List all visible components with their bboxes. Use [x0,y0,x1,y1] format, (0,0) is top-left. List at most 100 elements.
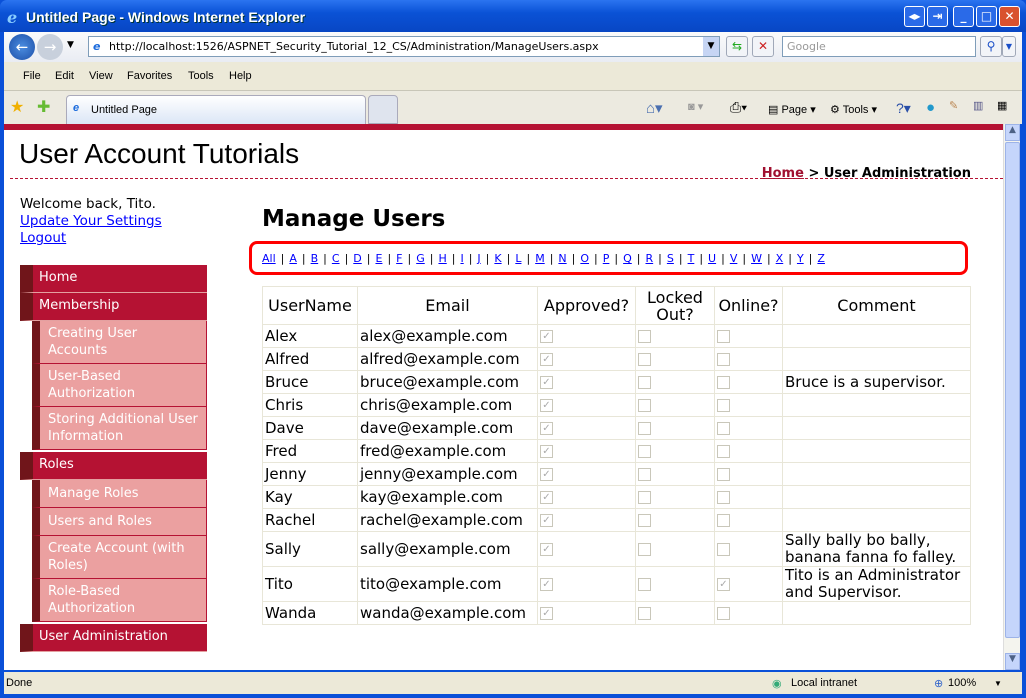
letter-link-w[interactable]: W [751,252,762,265]
locked-checkbox [638,329,651,343]
address-bar[interactable]: e http://localhost:1526/ASPNET_Security_T… [88,36,720,57]
new-tab-button[interactable] [368,95,398,124]
menu-tools[interactable]: Tools [188,70,214,82]
letter-link-e[interactable]: E [375,252,382,265]
search-icon[interactable]: ⚲ [980,36,1002,57]
menu-file[interactable]: File [23,70,41,82]
approved-cell: ✓ [537,531,636,567]
search-input[interactable]: Google [782,36,976,57]
letter-link-m[interactable]: M [535,252,545,265]
favorites-star-icon[interactable]: ★ [10,97,24,116]
zoom-icon[interactable]: ⊕ [934,677,943,690]
feeds-icon[interactable]: ◙ ▾ [688,100,703,113]
letter-link-l[interactable]: L [515,252,521,265]
menu-view[interactable]: View [89,70,113,82]
nav-role-based-authorization[interactable]: Role-Based Authorization [32,579,207,622]
add-favorite-icon[interactable]: ✚ [37,97,50,116]
letter-link-u[interactable]: U [708,252,716,265]
letter-link-v[interactable]: V [730,252,738,265]
maximize-button[interactable]: □ [976,6,997,27]
search-options-icon[interactable]: ▼ [1002,36,1016,57]
letter-separator: | [808,252,813,265]
nav-home[interactable]: Home [20,265,207,293]
stop-button[interactable]: ✕ [752,36,774,57]
letter-link-t[interactable]: T [688,252,695,265]
nav-user-based-authorization[interactable]: User-Based Authorization [32,364,207,407]
letter-link-f[interactable]: F [396,252,402,265]
username-cell: Kay [262,485,358,509]
menu-favorites[interactable]: Favorites [127,70,172,82]
scroll-down-icon[interactable]: ▼ [1005,653,1020,670]
nav-membership[interactable]: Membership [20,293,207,321]
messenger-icon[interactable]: ▥ [973,99,983,112]
menu-edit[interactable]: Edit [55,70,74,82]
refresh-button[interactable]: ⇆ [726,36,748,57]
page-menu[interactable]: ▤ Page ▾ [768,103,816,116]
nav-creating-user-accounts[interactable]: Creating User Accounts [32,321,207,364]
letter-link-r[interactable]: R [646,252,654,265]
nav-users-and-roles[interactable]: Users and Roles [32,508,207,536]
restore-page-icon[interactable]: ⇥ [927,6,948,27]
online-checkbox [717,444,730,458]
addon-icon[interactable]: ▦ [997,99,1007,112]
zoom-dropdown-icon[interactable]: ▼ [994,679,1002,688]
snap-icon[interactable]: ◂▸ [904,6,925,27]
table-row: Kay kay@example.com ✓ [262,485,971,509]
menu-help[interactable]: Help [229,70,252,82]
letter-link-s[interactable]: S [667,252,674,265]
nav-manage-roles[interactable]: Manage Roles [32,480,207,508]
minimize-button[interactable]: _ [953,6,974,27]
home-icon[interactable]: ⌂▾ [646,99,663,117]
letter-separator: | [594,252,598,265]
history-dropdown-icon[interactable]: ▼ [67,40,74,50]
scroll-thumb[interactable] [1005,142,1020,638]
online-cell [714,508,783,532]
vertical-scrollbar[interactable]: ▲ ▼ [1003,124,1020,670]
forward-button[interactable]: → [37,34,63,60]
letter-link-x[interactable]: X [776,252,784,265]
letter-link-q[interactable]: Q [623,252,632,265]
letter-link-p[interactable]: P [603,252,610,265]
close-button[interactable]: ✕ [999,6,1020,27]
letter-link-b[interactable]: B [311,252,319,265]
print-icon[interactable]: ⎙▾ [730,99,747,116]
help-icon[interactable]: ?▾ [896,100,911,117]
username-cell: Jenny [262,462,358,486]
letter-link-d[interactable]: D [353,252,361,265]
tools-menu[interactable]: ⚙ Tools ▾ [830,103,877,116]
tab-label: Untitled Page [91,104,158,116]
research-icon[interactable]: ✎ [949,99,958,112]
column-header: Email [357,286,538,325]
gear-icon: ⚙ [830,104,840,116]
zoom-level[interactable]: 100% [948,677,976,689]
letter-link-z[interactable]: Z [817,252,825,265]
letter-link-g[interactable]: G [416,252,425,265]
back-button[interactable]: ← [9,34,35,60]
nav-roles[interactable]: Roles [20,452,207,480]
letter-link-o[interactable]: O [580,252,589,265]
letter-link-i[interactable]: I [460,252,463,265]
logout-link[interactable]: Logout [20,230,66,246]
email-cell: dave@example.com [357,416,538,440]
update-settings-link[interactable]: Update Your Settings [20,213,162,229]
approved-checkbox: ✓ [540,490,553,504]
letter-link-a[interactable]: A [289,252,297,265]
locked-checkbox [638,375,651,389]
username-cell: Alfred [262,347,358,371]
letter-link-j[interactable]: J [477,252,480,265]
globe-icon[interactable]: ● [926,99,935,116]
nav-user-administration[interactable]: User Administration [20,624,207,652]
letter-link-all[interactable]: All [262,252,276,265]
nav-create-account-roles[interactable]: Create Account (with Roles) [32,536,207,579]
letter-link-k[interactable]: K [494,252,501,265]
tab-untitled-page[interactable]: e Untitled Page [66,95,366,124]
letter-link-n[interactable]: N [558,252,566,265]
letter-link-y[interactable]: Y [797,252,804,265]
letter-link-c[interactable]: C [332,252,340,265]
address-dropdown-icon[interactable]: ▼ [703,37,719,56]
scroll-up-icon[interactable]: ▲ [1005,124,1020,141]
comment-cell [782,416,971,440]
nav-storing-additional-info[interactable]: Storing Additional User Information [32,407,207,450]
letter-link-h[interactable]: H [438,252,446,265]
approved-checkbox: ✓ [540,606,553,620]
